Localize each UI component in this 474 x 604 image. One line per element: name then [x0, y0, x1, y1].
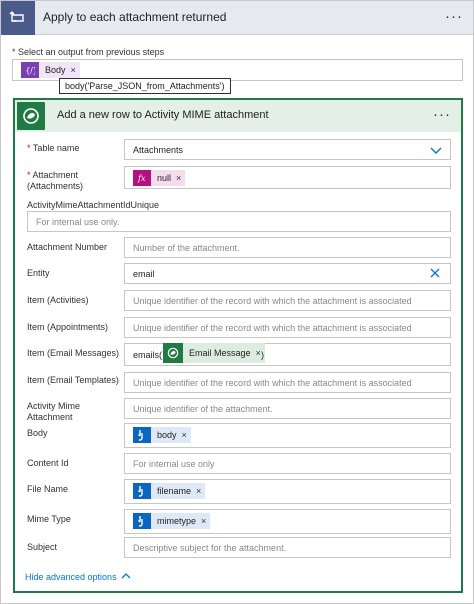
body-http-token[interactable]: body ×: [133, 427, 191, 443]
entity-label: Entity: [27, 268, 50, 278]
body-token-label: Body: [45, 65, 66, 75]
subject-label: Subject: [27, 542, 58, 552]
mime-type-field[interactable]: mimetype ×: [124, 509, 451, 534]
more-icon[interactable]: ···: [445, 8, 463, 25]
content-id-placeholder: For internal use only: [133, 459, 215, 469]
item-appointments-field[interactable]: Unique identifier of the record with whi…: [124, 317, 451, 338]
filename-token[interactable]: filename ×: [133, 483, 206, 499]
apply-to-each-card: Apply to each attachment returned * Sele…: [0, 0, 474, 604]
mimetype-token-remove[interactable]: ×: [201, 513, 210, 529]
action-more-icon[interactable]: ···: [433, 106, 451, 123]
attachment-label: * Attachment (Attachments): [27, 170, 83, 192]
activity-mime-label-line1: Activity Mime: [27, 401, 81, 411]
hide-advanced-options-link[interactable]: Hide advanced options: [25, 572, 117, 582]
http-icon: [133, 427, 151, 443]
dataverse-icon: [163, 343, 183, 363]
attachment-field[interactable]: fx null ×: [124, 166, 451, 189]
body-token[interactable]: {/} Body ×: [21, 62, 80, 78]
item-activities-field[interactable]: Unique identifier of the record with whi…: [124, 290, 451, 311]
table-name-label: * Table name: [27, 143, 79, 154]
item-appointments-label: Item (Appointments): [27, 322, 109, 332]
dataverse-icon: [17, 102, 45, 130]
null-token[interactable]: fx null ×: [133, 170, 186, 186]
body-http-token-remove[interactable]: ×: [182, 427, 191, 443]
required-marker: *: [12, 47, 16, 57]
required-marker: *: [27, 170, 31, 180]
content-id-label: Content Id: [27, 458, 69, 468]
table-name-dropdown[interactable]: Attachments: [124, 139, 451, 160]
email-message-token-label: Email Message: [189, 348, 251, 358]
mimetype-token[interactable]: mimetype ×: [133, 513, 211, 529]
body-token-remove[interactable]: ×: [71, 62, 80, 78]
body-http-token-label: body: [157, 430, 177, 440]
file-name-label: File Name: [27, 484, 69, 494]
activity-mime-field[interactable]: Unique identifier of the attachment.: [124, 398, 451, 419]
attachment-label-line2: (Attachments): [27, 181, 84, 191]
filename-token-label: filename: [157, 486, 192, 496]
svg-text:fx: fx: [137, 174, 146, 183]
item-email-templates-placeholder: Unique identifier of the record with whi…: [133, 378, 412, 388]
attachment-number-label: Attachment Number: [27, 242, 108, 252]
null-token-remove[interactable]: ×: [176, 170, 185, 186]
unique-id-label: ActivityMimeAttachmentIdUnique: [27, 200, 160, 210]
table-name-value: Attachments: [133, 145, 184, 155]
mime-type-label: Mime Type: [27, 514, 71, 524]
table-name-label-text: Table name: [32, 143, 80, 153]
http-icon: [133, 513, 151, 529]
chevron-down-icon[interactable]: [430, 145, 442, 157]
subject-field[interactable]: Descriptive subject for the attachment.: [124, 537, 451, 558]
body-field[interactable]: body ×: [124, 423, 451, 448]
entity-value: email: [133, 269, 155, 279]
entity-dropdown[interactable]: email: [124, 263, 451, 284]
clear-icon[interactable]: [430, 268, 440, 280]
unique-id-field[interactable]: For internal use only.: [27, 211, 451, 232]
item-activities-label: Item (Activities): [27, 295, 89, 305]
emails-suffix: ): [261, 350, 264, 360]
item-email-messages-field[interactable]: emails( Email Message × ): [124, 343, 451, 366]
required-marker: *: [27, 143, 31, 153]
content-id-field[interactable]: For internal use only: [124, 453, 451, 474]
chevron-up-icon[interactable]: [121, 572, 131, 582]
filename-token-remove[interactable]: ×: [196, 483, 205, 499]
attachment-number-placeholder: Number of the attachment.: [133, 243, 240, 253]
activity-mime-label: Activity Mime Attachment: [27, 401, 80, 423]
activity-mime-placeholder: Unique identifier of the attachment.: [133, 404, 273, 414]
select-output-label-text: Select an output from previous steps: [18, 47, 165, 57]
item-email-templates-label: Item (Email Templates): [27, 375, 119, 385]
apply-to-each-title: Apply to each attachment returned: [43, 10, 227, 24]
mimetype-token-label: mimetype: [157, 516, 197, 526]
apply-to-each-header[interactable]: Apply to each attachment returned: [1, 1, 473, 35]
loop-icon: [1, 1, 35, 35]
email-message-token[interactable]: Email Message ×: [163, 343, 265, 363]
svg-text:{/}: {/}: [26, 66, 36, 75]
item-appointments-placeholder: Unique identifier of the record with whi…: [133, 323, 412, 333]
http-icon: [133, 483, 151, 499]
expression-tooltip: body('Parse_JSON_from_Attachments'): [59, 78, 231, 94]
select-output-label: * Select an output from previous steps: [12, 47, 164, 57]
body-label: Body: [27, 428, 48, 438]
parse-json-icon: {/}: [21, 62, 39, 78]
null-token-label: null: [157, 173, 172, 183]
item-email-messages-label: Item (Email Messages): [27, 348, 120, 358]
attachment-label-line1: Attachment: [32, 170, 79, 180]
file-name-field[interactable]: filename ×: [124, 479, 451, 504]
unique-id-placeholder: For internal use only.: [36, 217, 120, 227]
activity-mime-label-line2: Attachment: [27, 412, 73, 422]
attachment-number-field[interactable]: Number of the attachment.: [124, 237, 451, 258]
fx-icon: fx: [133, 170, 151, 186]
add-row-action-title: Add a new row to Activity MIME attachmen…: [57, 109, 269, 121]
emails-prefix: emails(: [133, 350, 163, 360]
subject-placeholder: Descriptive subject for the attachment.: [133, 543, 287, 553]
add-row-action-card: Add a new row to Activity MIME attachmen…: [13, 98, 463, 593]
item-email-templates-field[interactable]: Unique identifier of the record with whi…: [124, 372, 451, 393]
add-row-action-header[interactable]: Add a new row to Activity MIME attachmen…: [15, 100, 461, 132]
item-activities-placeholder: Unique identifier of the record with whi…: [133, 296, 412, 306]
